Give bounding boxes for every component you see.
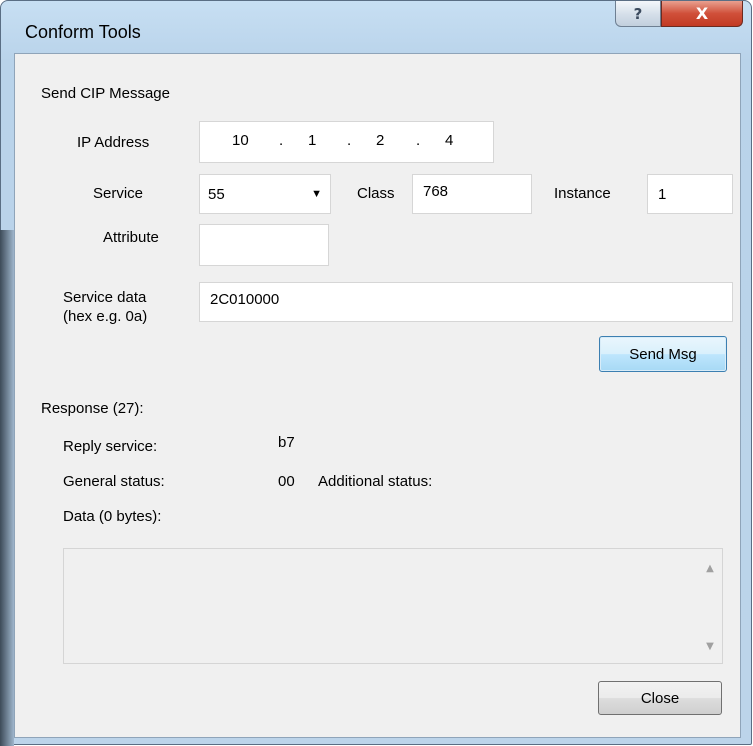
section-title: Send CIP Message [41, 85, 170, 102]
general-status-value: 00 [278, 473, 295, 490]
ip-octet-3[interactable]: 2 [376, 132, 384, 149]
data-label: Data (0 bytes): [63, 508, 162, 525]
window-left-shadow [0, 230, 14, 746]
service-dropdown[interactable]: 55 ▼ [199, 174, 331, 214]
ip-octet-2[interactable]: 1 [308, 132, 316, 149]
send-msg-button[interactable]: Send Msg [599, 336, 727, 372]
ip-address-input[interactable]: 10 . 1 . 2 . 4 [199, 121, 494, 163]
data-textarea[interactable]: ▲ ▼ [63, 548, 723, 664]
class-input[interactable]: 768 [412, 174, 532, 214]
help-button[interactable]: ? [615, 1, 661, 27]
response-title: Response (27): [41, 400, 144, 417]
attribute-label: Attribute [103, 229, 159, 246]
general-status-label: General status: [63, 473, 165, 490]
class-label: Class [357, 185, 395, 202]
dialog-client-area: Send CIP Message IP Address 10 . 1 . 2 .… [14, 53, 741, 738]
scroll-down-arrow-icon[interactable]: ▼ [703, 641, 717, 652]
ip-separator-1: . [279, 132, 284, 149]
instance-input[interactable]: 1 [647, 174, 733, 214]
ip-octet-4[interactable]: 4 [445, 132, 453, 149]
ip-separator-2: . [347, 132, 352, 149]
scroll-up-arrow-icon[interactable]: ▲ [703, 563, 717, 574]
ip-octet-1[interactable]: 10 [232, 132, 249, 149]
service-data-value: 2C010000 [210, 291, 280, 308]
service-data-label: Service data [63, 289, 147, 306]
ip-separator-3: . [416, 132, 421, 149]
attribute-input[interactable] [199, 224, 329, 266]
service-value: 55 [208, 185, 225, 203]
service-data-input[interactable]: 2C010000 [199, 282, 733, 322]
close-icon: X [695, 4, 709, 23]
service-data-hint: (hex e.g. 0a) [63, 308, 148, 325]
ip-address-label: IP Address [77, 134, 150, 151]
vertical-scrollbar[interactable]: ▲ ▼ [698, 549, 722, 663]
class-value: 768 [423, 183, 449, 200]
additional-status-label: Additional status: [318, 473, 433, 490]
chevron-down-icon[interactable]: ▼ [311, 188, 322, 200]
close-button[interactable]: Close [598, 681, 722, 715]
reply-service-value: b7 [278, 434, 295, 451]
close-window-button[interactable]: X [661, 1, 743, 27]
help-icon: ? [633, 4, 643, 23]
instance-value: 1 [658, 185, 667, 203]
service-label: Service [93, 185, 144, 202]
window-title: Conform Tools [25, 22, 141, 42]
instance-label: Instance [554, 185, 611, 202]
reply-service-label: Reply service: [63, 438, 158, 455]
